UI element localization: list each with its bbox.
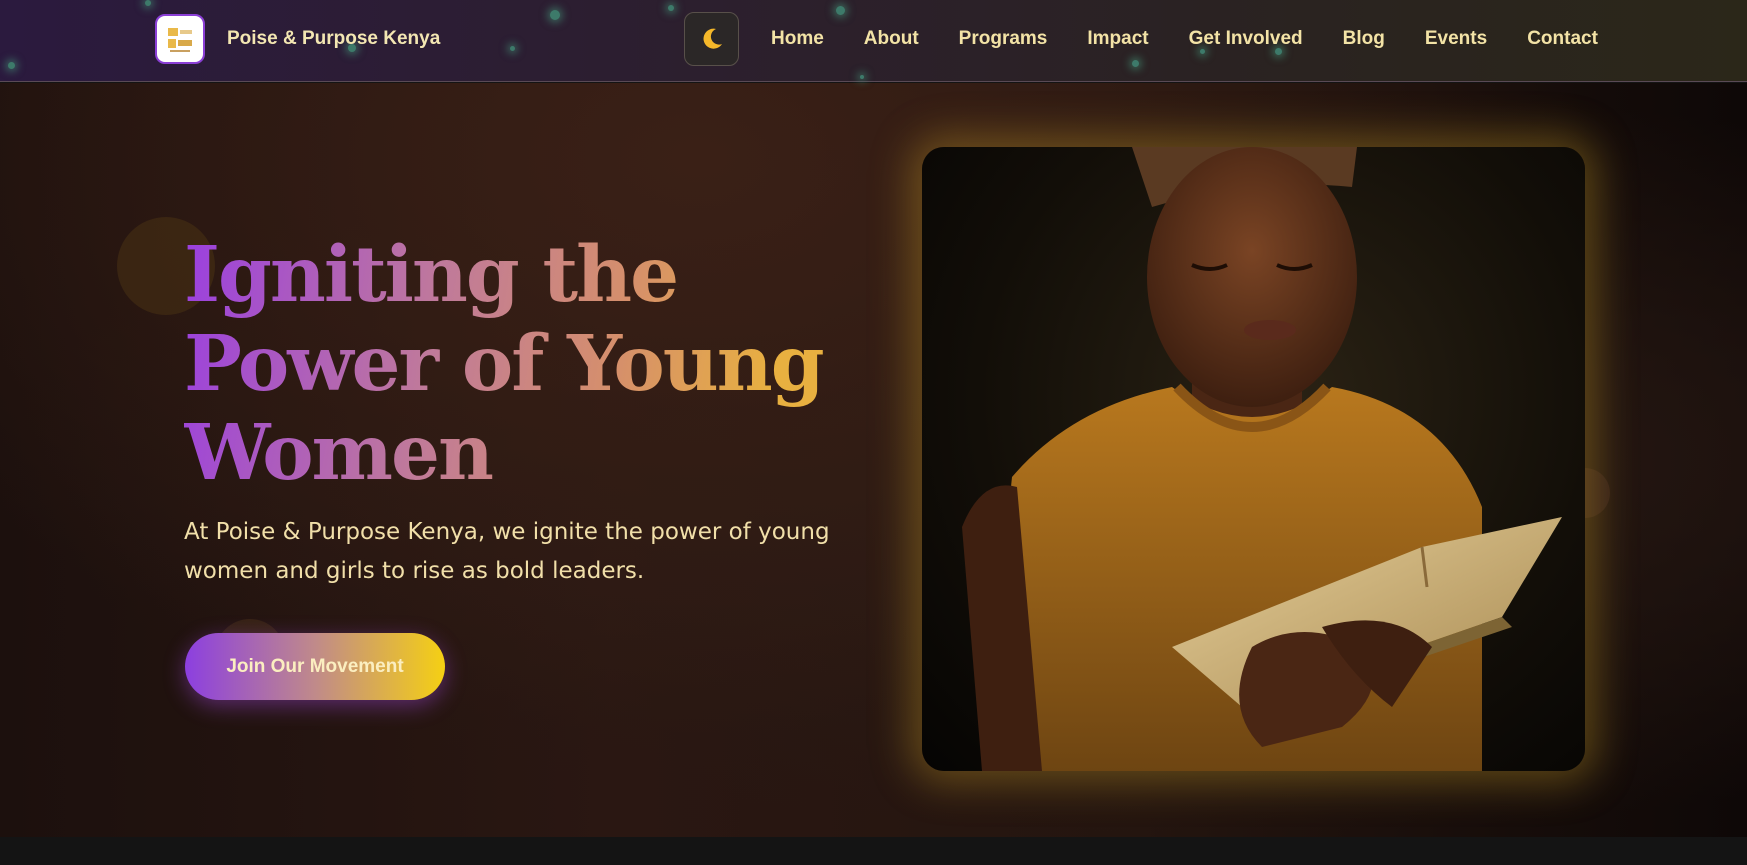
join-movement-button[interactable]: Join Our Movement	[185, 633, 445, 700]
moon-icon	[703, 28, 722, 49]
decorative-particle	[836, 6, 845, 15]
hero-title-line: Women	[184, 408, 493, 498]
hero-title-line: Igniting the	[184, 230, 678, 320]
main-navigation: Home About Programs Impact Get Involved …	[771, 28, 1638, 50]
decorative-particle	[668, 5, 674, 11]
decorative-particle	[8, 62, 15, 69]
hero-title: Igniting the Power of Young Women	[184, 231, 904, 498]
decorative-particle	[510, 46, 515, 51]
brand-name: Poise & Purpose Kenya	[227, 28, 441, 49]
decorative-particle	[860, 75, 864, 79]
hero-title-line: Power of Young	[184, 319, 823, 409]
reading-woman-illustration	[962, 147, 1562, 771]
nav-link-about[interactable]: About	[864, 28, 919, 50]
hero-image	[922, 147, 1585, 771]
nav-link-impact[interactable]: Impact	[1087, 28, 1148, 50]
nav-link-home[interactable]: Home	[771, 28, 824, 50]
page-bottom-strip	[0, 837, 1747, 865]
nav-link-blog[interactable]: Blog	[1343, 28, 1385, 50]
theme-toggle-button[interactable]	[684, 12, 739, 66]
decorative-particle	[145, 0, 151, 6]
decorative-particle	[550, 10, 560, 20]
decorative-particle	[1132, 60, 1139, 67]
brand-home-link[interactable]: Poise & Purpose Kenya	[155, 14, 440, 64]
nav-link-contact[interactable]: Contact	[1527, 28, 1598, 50]
hero-section: Igniting the Power of Young Women At Poi…	[0, 83, 1747, 837]
site-header: Poise & Purpose Kenya Home About Program…	[0, 0, 1747, 82]
nav-link-events[interactable]: Events	[1425, 28, 1487, 50]
nav-link-get-involved[interactable]: Get Involved	[1189, 28, 1303, 50]
hero-subtitle: At Poise & Purpose Kenya, we ignite the …	[184, 519, 830, 584]
organization-logo-icon	[155, 14, 205, 64]
nav-link-programs[interactable]: Programs	[959, 28, 1048, 50]
